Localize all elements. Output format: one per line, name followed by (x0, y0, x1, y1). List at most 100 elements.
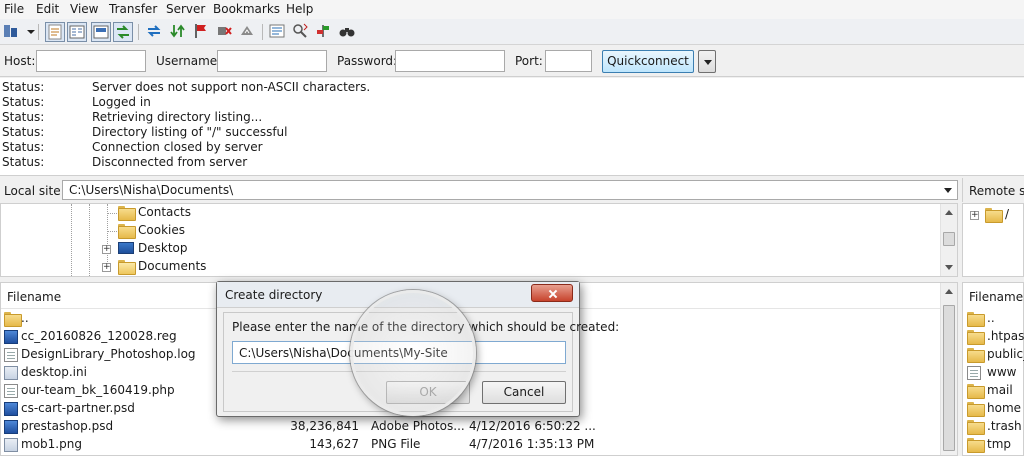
scroll-thumb[interactable] (943, 232, 955, 246)
refresh-icon[interactable] (145, 22, 165, 42)
dialog-body: Please enter the name of the directory w… (223, 312, 619, 412)
log-kind: Status: (2, 140, 45, 154)
log-message: Disconnected from server (92, 155, 248, 169)
reconnect-icon[interactable] (238, 22, 258, 42)
folder-icon (985, 208, 1003, 223)
site-manager-dropdown-icon[interactable] (22, 22, 35, 42)
local-directory-tree[interactable]: Contacts Cookies + Desktop + Documents (0, 203, 958, 277)
synchronized-browsing-icon[interactable] (314, 22, 334, 42)
close-icon[interactable] (531, 284, 573, 302)
column-filename[interactable]: Filename (7, 290, 61, 304)
remote-directory-tree[interactable]: + / (962, 203, 1024, 277)
tree-item-label: Desktop (138, 241, 188, 255)
process-queue-icon[interactable] (169, 22, 189, 42)
file-row[interactable]: prestashop.psd 38,236,841 Adobe Photos..… (1, 418, 941, 436)
text-file-icon (4, 348, 18, 362)
toggle-local-tree-icon[interactable] (67, 22, 87, 42)
cancel-operation-icon[interactable] (192, 22, 212, 42)
toggle-transfer-queue-icon[interactable] (113, 22, 133, 42)
png-file-icon (4, 438, 18, 452)
dialog-prompt: Please enter the name of the directory w… (232, 320, 620, 334)
expand-icon[interactable]: + (102, 245, 111, 254)
menu-server[interactable]: Server (166, 2, 205, 16)
file-name: desktop.ini (21, 365, 87, 379)
toolbar (0, 19, 1024, 45)
file-name: mob1.png (21, 437, 82, 451)
quickconnect-button[interactable]: Quickconnect (602, 50, 694, 73)
site-manager-icon[interactable] (2, 22, 22, 42)
shortcut-icon (967, 366, 981, 380)
log-entry: Status: Connection closed by server (0, 140, 1024, 155)
toggle-message-log-icon[interactable] (45, 22, 65, 42)
tree-item-label: / (1005, 207, 1010, 221)
folder-icon (4, 312, 22, 327)
remote-file-list[interactable]: Filename .. .htpasswds public_ftp www ma… (962, 282, 1024, 456)
local-site-bar: Local site: C:\Users\Nisha\Documents\ (0, 178, 960, 202)
settings-file-icon (4, 366, 18, 380)
local-path-value: C:\Users\Nisha\Documents\ (69, 183, 234, 197)
file-name: www (987, 365, 1017, 379)
directory-comparison-icon[interactable] (291, 22, 311, 42)
cancel-button[interactable]: Cancel (482, 381, 566, 404)
scroll-thumb[interactable] (943, 305, 955, 451)
quickconnect-bar: Host: Username: Password: Port: Quickcon… (0, 45, 1024, 77)
file-name: .. (987, 311, 995, 325)
file-list-scrollbar[interactable] (940, 283, 957, 455)
search-remote-files-icon[interactable] (338, 22, 358, 42)
folder-icon (118, 224, 136, 239)
menu-help[interactable]: Help (286, 2, 313, 16)
username-label: Username: (156, 54, 222, 68)
log-kind: Status: (2, 95, 45, 109)
file-name: tmp (987, 437, 1012, 451)
file-size: 38,236,841 (290, 419, 359, 433)
menu-edit[interactable]: Edit (36, 2, 59, 16)
folder-icon (967, 348, 985, 363)
scroll-up-icon[interactable] (945, 289, 953, 294)
ok-button[interactable]: OK (386, 381, 470, 404)
directory-listing-filters-icon[interactable] (268, 22, 288, 42)
chevron-down-icon[interactable] (944, 188, 952, 193)
host-input[interactable] (36, 50, 146, 72)
password-input[interactable] (395, 50, 505, 72)
menu-file[interactable]: File (4, 2, 24, 16)
tree-item-label: Contacts (138, 205, 191, 219)
expand-icon[interactable]: + (970, 211, 979, 220)
local-site-label: Local site: (4, 184, 65, 198)
registry-file-icon (4, 330, 18, 344)
log-message: Directory listing of "/" successful (92, 125, 288, 139)
local-tree-scrollbar[interactable] (940, 204, 957, 276)
message-log[interactable]: Status: Server does not support non-ASCII… (0, 78, 1024, 176)
dialog-title-bar[interactable]: Create directory (217, 282, 579, 308)
tree-item-label: Documents (138, 259, 207, 273)
menu-transfer[interactable]: Transfer (109, 2, 157, 16)
file-row[interactable]: mob1.png 143,627 PNG File 4/7/2016 1:35:… (1, 436, 941, 454)
file-type: Adobe Photos... (371, 419, 465, 433)
scroll-up-icon[interactable] (945, 210, 953, 215)
psd-file-icon (4, 420, 18, 434)
expand-icon[interactable]: + (102, 263, 111, 272)
folder-open-icon (118, 260, 136, 275)
folder-icon (967, 438, 985, 453)
tree-item-label: Cookies (138, 223, 185, 237)
remote-column-filename[interactable]: Filename (969, 290, 1023, 304)
password-label: Password: (337, 54, 398, 68)
quickconnect-dropdown-button[interactable] (698, 50, 716, 73)
scroll-down-icon[interactable] (945, 265, 953, 270)
local-path-combobox[interactable]: C:\Users\Nisha\Documents\ (62, 180, 958, 200)
file-name: prestashop.psd (21, 419, 114, 433)
directory-name-input[interactable]: C:\Users\Nisha\Documents\My-Site (232, 341, 566, 364)
log-message: Logged in (92, 95, 151, 109)
menu-bookmarks[interactable]: Bookmarks (213, 2, 280, 16)
log-message: Retrieving directory listing... (92, 110, 263, 124)
file-date: 4/7/2016 1:35:13 PM (469, 437, 595, 451)
menu-view[interactable]: View (70, 2, 98, 16)
username-input[interactable] (217, 50, 327, 72)
disconnect-icon[interactable] (215, 22, 235, 42)
port-input[interactable] (545, 50, 592, 72)
toggle-remote-tree-icon[interactable] (91, 22, 111, 42)
log-entry: Status: Retrieving directory listing... (0, 110, 1024, 125)
folder-icon (967, 420, 985, 435)
file-name: our-team_bk_160419.php (21, 383, 175, 397)
remote-site-label: Remote site: (969, 184, 1024, 198)
folder-icon (967, 402, 985, 417)
